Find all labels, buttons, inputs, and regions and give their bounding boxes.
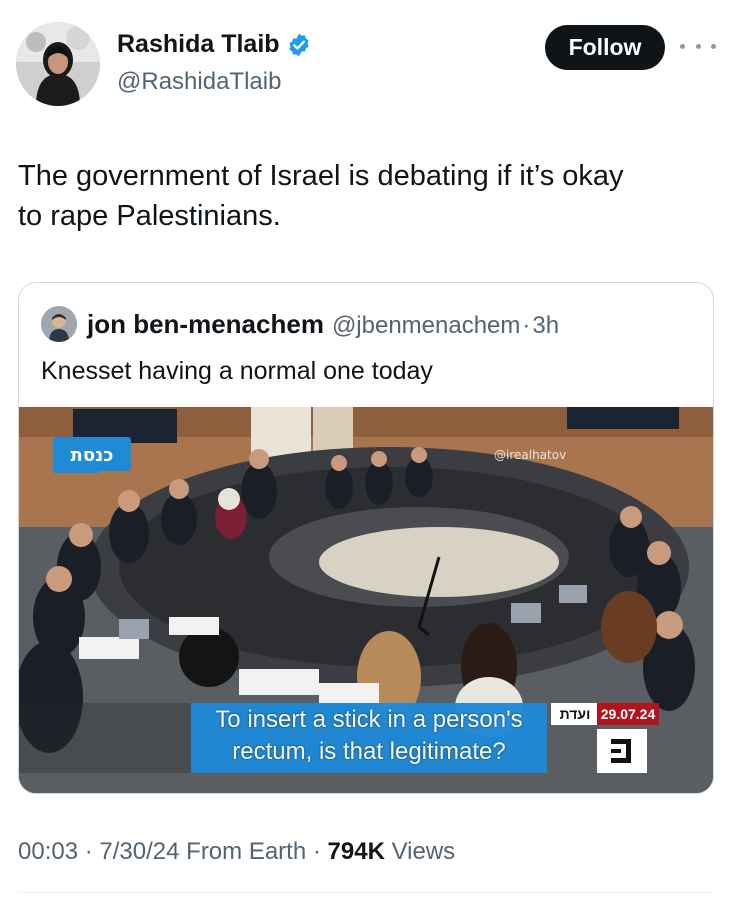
- hebrew-tag: ועדת: [551, 703, 599, 725]
- follow-button[interactable]: Follow: [545, 25, 665, 70]
- views-count[interactable]: 794K: [328, 838, 385, 865]
- tweet-meta: 00:03 · 7/30/24 From Earth · 794K Views: [18, 838, 455, 866]
- quoted-time[interactable]: 3h: [532, 312, 559, 340]
- meta-separator: ·: [84, 838, 93, 865]
- divider: [18, 892, 714, 893]
- video-caption: To insert a stick in a person's rectum, …: [191, 703, 547, 773]
- channel-logo-icon: [597, 729, 647, 773]
- author-avatar[interactable]: [16, 22, 100, 106]
- tweet-text-line: The government of Israel is debating if …: [18, 160, 624, 192]
- tweet-source[interactable]: From Earth: [186, 838, 306, 865]
- quoted-separator: ·: [522, 312, 531, 339]
- tweet-date[interactable]: 7/30/24: [99, 838, 179, 865]
- author-name-row: Rashida Tlaib: [117, 30, 312, 59]
- svg-text:כנסת: כנסת: [71, 445, 114, 466]
- verified-badge-icon: [286, 32, 312, 58]
- author-handle[interactable]: @RashidaTlaib: [117, 68, 281, 96]
- quoted-author-name[interactable]: jon ben-menachem: [87, 309, 324, 340]
- quoted-tweet-text: Knesset having a normal one today: [41, 357, 433, 385]
- tweet-time[interactable]: 00:03: [18, 838, 78, 865]
- tweet-detail: Rashida Tlaib @RashidaTlaib Follow The g…: [0, 0, 732, 900]
- caption-line: To insert a stick in a person's: [215, 706, 523, 733]
- quoted-tweet-header: jon ben-menachem @jbenmenachem · 3h: [87, 309, 559, 340]
- quoted-author-avatar[interactable]: [41, 306, 77, 342]
- more-dots-icon[interactable]: [680, 36, 716, 56]
- video-date-tag: 29.07.24: [597, 703, 659, 725]
- tweet-text: The government of Israel is debating if …: [18, 156, 708, 236]
- quoted-tweet-card[interactable]: jon ben-menachem @jbenmenachem · 3h Knes…: [18, 282, 714, 794]
- video-watermark: @irealhatov: [494, 448, 566, 462]
- caption-line: rectum, is that legitimate?: [232, 738, 506, 765]
- quoted-video[interactable]: כנסת @irealhatov To insert a stick in a …: [19, 407, 713, 793]
- tweet-text-line: to rape Palestinians.: [18, 200, 281, 232]
- author-name[interactable]: Rashida Tlaib: [117, 30, 280, 59]
- meta-separator: ·: [312, 838, 321, 865]
- quoted-author-handle[interactable]: @jbenmenachem: [332, 312, 520, 340]
- views-label: Views: [391, 838, 456, 865]
